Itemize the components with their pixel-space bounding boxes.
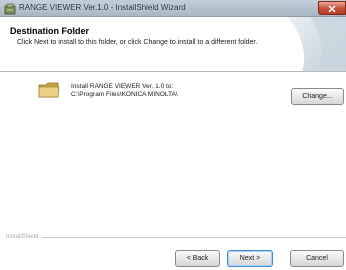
page-title: Destination Folder [10, 26, 90, 36]
folder-icon [38, 81, 60, 99]
back-button[interactable]: < Back [175, 250, 220, 267]
cancel-button[interactable]: Cancel [290, 250, 344, 267]
install-path: C:\Program Files\KONICA MINOLTA\ [71, 91, 178, 98]
close-button[interactable] [318, 1, 346, 15]
page-subtitle: Click Next to install to this folder, or… [17, 39, 258, 46]
window-title: RANGE VIEWER Ver.1.0 - InstallShield Wiz… [19, 3, 186, 12]
footer-divider [42, 237, 346, 238]
install-target-label: Install RANGE VIEWER Ver. 1.0 to: [71, 83, 174, 90]
next-button[interactable]: Next > [227, 250, 273, 267]
change-button[interactable]: Change... [291, 88, 344, 105]
title-bar: RANGE VIEWER Ver.1.0 - InstallShield Wiz… [0, 0, 346, 17]
installer-app-icon [4, 2, 16, 15]
header-banner: Destination Folder Click Next to install… [0, 17, 346, 72]
close-icon [328, 5, 336, 13]
banner-graphic [288, 17, 346, 71]
installshield-brand: InstallShield [6, 234, 39, 240]
